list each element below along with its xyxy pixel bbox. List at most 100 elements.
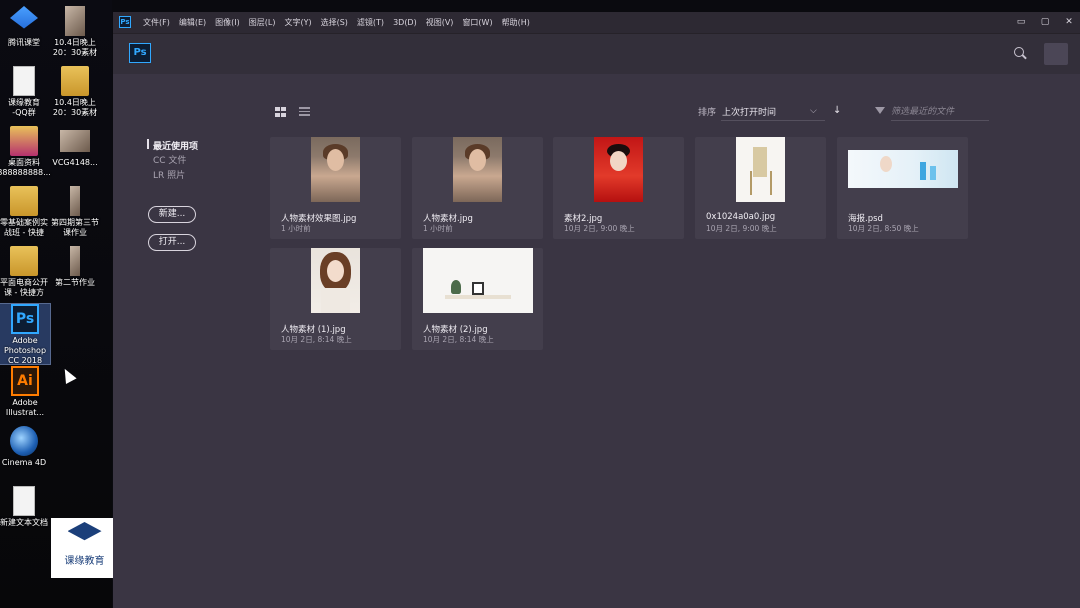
file-thumbnail-icon — [70, 246, 80, 276]
file-time: 1 小时前 — [281, 224, 311, 233]
photoshop-window: Ps 文件(F) 编辑(E) 图像(I) 图层(L) 文字(Y) 选择(S) 滤… — [113, 12, 1080, 608]
desktop-icon-illustrator[interactable]: Ai Adobe Illustrat... — [0, 366, 53, 418]
desktop-icon-label: VCG4148... — [52, 158, 98, 167]
filter-input[interactable] — [891, 103, 989, 121]
file-time: 10月 2日, 9:00 晚上 — [564, 224, 635, 233]
desktop-icon-photoshop[interactable]: Ps Adobe Photoshop CC 2018 — [0, 303, 51, 365]
menu-filter[interactable]: 滤镜(T) — [357, 12, 384, 34]
desktop-icon-label: 课缘教育 -QQ群 — [8, 98, 40, 117]
file-thumbnail — [311, 248, 360, 313]
desktop-icon-label: 零基础案例实 战班 - 快捷 — [0, 218, 48, 237]
desktop-icon-label: 腾讯课堂 — [8, 38, 40, 47]
desktop-icon-label: 平面电商公开 课 - 快捷方 — [0, 278, 48, 297]
text-document-icon — [13, 486, 35, 516]
file-thumbnail-icon — [70, 186, 80, 216]
watermark-label: 课缘教育 — [64, 556, 105, 567]
list-view-icon[interactable] — [299, 107, 310, 117]
filter-funnel-icon — [875, 107, 885, 114]
file-thumbnail — [594, 137, 643, 202]
desktop-icon-label: Adobe Photoshop CC 2018 — [3, 336, 47, 365]
file-thumbnail — [736, 137, 785, 202]
file-name: 0x1024a0a0.jpg — [706, 212, 776, 222]
desktop-icon-material-folder-1[interactable]: 10.4日晚上 20：30素材 — [47, 6, 103, 58]
menu-3d[interactable]: 3D(D) — [393, 12, 417, 34]
sort-label: 排序 — [698, 108, 717, 118]
photoshop-home-logo[interactable]: Ps — [129, 43, 151, 63]
desktop-icon-label: 新建文本文档 — [0, 518, 48, 527]
window-controls: ▭ ▢ ✕ — [1016, 12, 1074, 32]
archive-folder-icon — [61, 66, 89, 96]
desktop-icon-label: 第二节作业 — [55, 278, 95, 287]
cinema4d-app-icon — [10, 426, 38, 456]
desktop-icon-tencent-classroom[interactable]: 腾讯课堂 — [0, 6, 52, 48]
recent-file-card[interactable]: 人物素材.jpg 1 小时前 — [412, 137, 543, 239]
watermark-logo: 课缘教育 — [51, 518, 118, 578]
recent-file-card[interactable]: 人物素材 (2).jpg 10月 2日, 8:14 晚上 — [412, 248, 543, 350]
menu-image[interactable]: 图像(I) — [215, 12, 240, 34]
recent-file-card[interactable]: 人物素材 (1).jpg 10月 2日, 8:14 晚上 — [270, 248, 401, 350]
nav-recent[interactable]: 最近使用项 — [153, 139, 198, 152]
account-avatar[interactable] — [1044, 43, 1068, 65]
menu-select[interactable]: 选择(S) — [321, 12, 348, 34]
image-thumbnail-icon — [60, 130, 90, 152]
desktop-icon-desktop-resources[interactable]: 桌面资料 888888888... — [0, 126, 52, 178]
file-thumbnail — [453, 137, 502, 202]
desktop-icon-new-text-document[interactable]: 新建文本文档 — [0, 486, 52, 528]
file-thumbnail — [847, 150, 958, 188]
menu-type[interactable]: 文字(Y) — [284, 12, 311, 34]
graduation-cap-icon — [10, 6, 38, 29]
sort-direction-arrow-icon[interactable]: ↓ — [833, 105, 841, 116]
minimize-button[interactable]: ▭ — [1016, 12, 1026, 32]
photoshop-app-icon: Ps — [11, 304, 39, 334]
desktop: 腾讯课堂 10.4日晚上 20：30素材 课缘教育 -QQ群 10.4日晚上 2… — [0, 0, 112, 608]
desktop-icon-material-archive[interactable]: 10.4日晚上 20：30素材 — [47, 66, 103, 118]
desktop-icon-label: 第四期第三节 课作业 — [51, 218, 99, 237]
desktop-icon-label: Adobe Illustrat... — [5, 398, 45, 417]
desktop-icon-label: 10.4日晚上 20：30素材 — [52, 38, 98, 57]
menu-bar: Ps 文件(F) 编辑(E) 图像(I) 图层(L) 文字(Y) 选择(S) 滤… — [113, 12, 1080, 34]
menu-list: 文件(F) 编辑(E) 图像(I) 图层(L) 文字(Y) 选择(S) 滤镜(T… — [143, 12, 530, 34]
desktop-icon-label: 桌面资料 888888888... — [0, 158, 51, 177]
restore-button[interactable]: ▢ — [1040, 12, 1050, 32]
sort-underline — [721, 120, 825, 121]
desktop-icon-homework-4-3[interactable]: 第四期第三节 课作业 — [47, 186, 103, 238]
close-button[interactable]: ✕ — [1064, 12, 1074, 32]
desktop-icon-homework-2[interactable]: 第二节作业 — [47, 246, 103, 288]
nav-cc-files[interactable]: CC 文件 — [153, 153, 186, 166]
open-button[interactable]: 打开... — [148, 234, 196, 251]
desktop-icon-label: 10.4日晚上 20：30素材 — [52, 98, 98, 117]
recent-file-card[interactable]: 海报.psd 10月 2日, 8:50 晚上 — [837, 137, 968, 239]
file-time: 10月 2日, 9:00 晚上 — [706, 224, 777, 233]
desktop-icon-basic-course-shortcut[interactable]: 零基础案例实 战班 - 快捷 — [0, 186, 52, 238]
folder-shortcut-icon — [10, 246, 38, 276]
desktop-icon-ecommerce-course-shortcut[interactable]: 平面电商公开 课 - 快捷方 — [0, 246, 52, 298]
desktop-icon-vcg-image[interactable]: VCG4148... — [47, 126, 103, 168]
menu-view[interactable]: 视图(V) — [426, 12, 454, 34]
nav-active-indicator — [147, 139, 149, 149]
sort-dropdown[interactable]: 上次打开时间 — [722, 105, 776, 118]
menu-window[interactable]: 窗口(W) — [462, 12, 492, 34]
chevron-down-icon[interactable]: ⌵ — [810, 106, 817, 116]
menu-layer[interactable]: 图层(L) — [249, 12, 276, 34]
recent-file-card[interactable]: 人物素材效果图.jpg 1 小时前 — [270, 137, 401, 239]
menu-file[interactable]: 文件(F) — [143, 12, 170, 34]
illustrator-app-icon: Ai — [11, 366, 39, 396]
home-header: Ps — [113, 34, 1080, 74]
menu-help[interactable]: 帮助(H) — [502, 12, 530, 34]
nav-lr-photos[interactable]: LR 照片 — [153, 168, 185, 181]
file-time: 10月 2日, 8:50 晚上 — [848, 224, 919, 233]
recent-file-card[interactable]: 0x1024a0a0.jpg 10月 2日, 9:00 晚上 — [695, 137, 826, 239]
grid-view-icon[interactable] — [275, 107, 286, 117]
desktop-icon-cinema4d[interactable]: Cinema 4D — [0, 426, 52, 468]
new-button[interactable]: 新建... — [148, 206, 196, 223]
graduation-cap-icon — [67, 522, 102, 541]
menu-edit[interactable]: 编辑(E) — [179, 12, 206, 34]
file-thumbnail — [422, 248, 533, 313]
recent-file-card[interactable]: 素材2.jpg 10月 2日, 9:00 晚上 — [553, 137, 684, 239]
file-thumbnail — [311, 137, 360, 202]
folder-icon — [10, 126, 38, 156]
file-time: 1 小时前 — [423, 224, 453, 233]
desktop-icon-qq-group[interactable]: 课缘教育 -QQ群 — [0, 66, 52, 118]
photoshop-logo-icon: Ps — [119, 16, 131, 28]
search-icon[interactable] — [1013, 46, 1027, 60]
